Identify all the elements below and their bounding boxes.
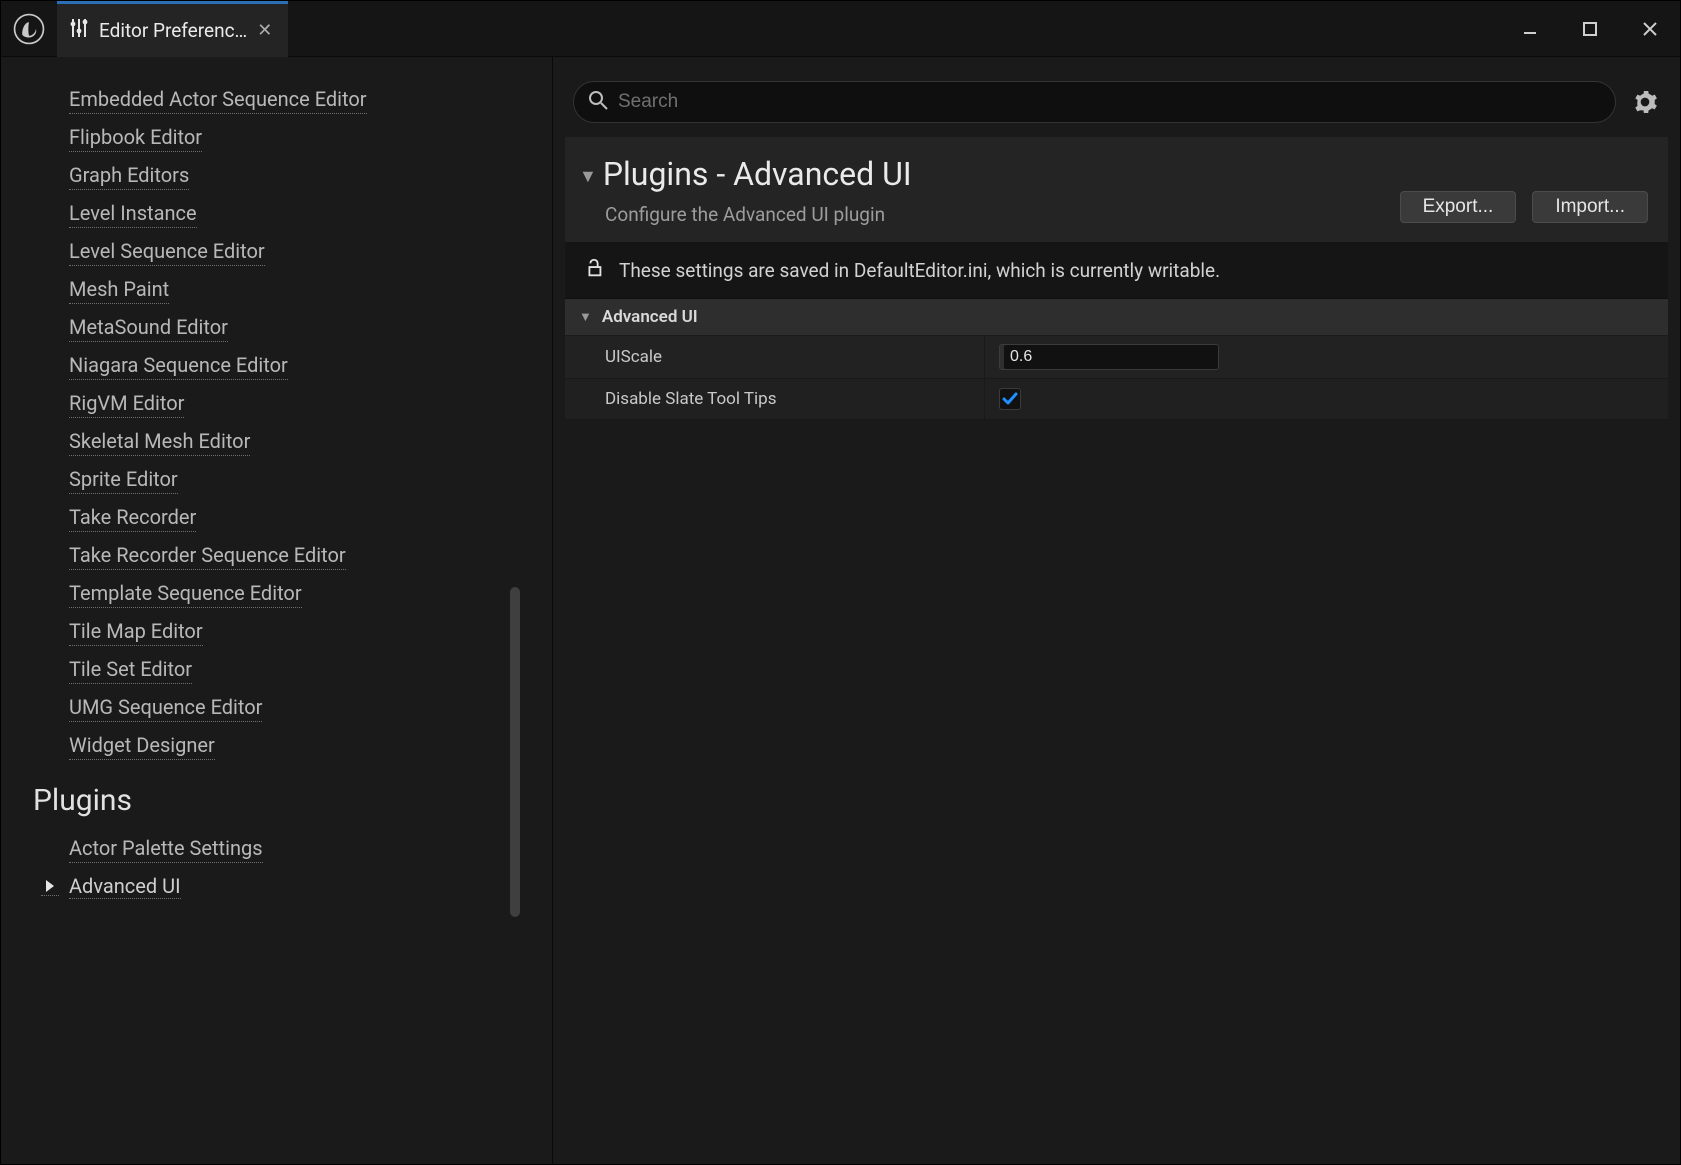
section-subtitle: Configure the Advanced UI plugin — [579, 193, 1380, 232]
sidebar-item[interactable]: Take Recorder Sequence Editor — [69, 533, 540, 571]
writable-notice: These settings are saved in DefaultEdito… — [565, 243, 1668, 299]
sidebar-item-label: Graph Editors — [69, 163, 189, 190]
chevron-down-icon: ▼ — [579, 309, 592, 325]
sidebar-item[interactable]: Widget Designer — [69, 723, 540, 761]
property-table: UIScale Disable Slate Tool Tips — [565, 336, 1668, 420]
sidebar-item[interactable]: Mesh Paint — [69, 267, 540, 305]
section-header: ▼ Plugins - Advanced UI Configure the Ad… — [565, 137, 1668, 243]
tab-label: Editor Preferenc… — [99, 19, 247, 42]
empty-space — [565, 420, 1668, 1152]
search-input[interactable] — [618, 91, 1601, 113]
sidebar-item[interactable]: Level Instance — [69, 191, 540, 229]
sidebar-item-label: UMG Sequence Editor — [69, 695, 262, 722]
sidebar-item-label: Skeletal Mesh Editor — [69, 429, 250, 456]
sidebar-item-label: Tile Set Editor — [69, 657, 192, 684]
sliders-icon — [67, 16, 91, 44]
titlebar: Editor Preferenc… ✕ — [1, 1, 1680, 57]
sidebar-item-label: Template Sequence Editor — [69, 581, 302, 608]
import-button[interactable]: Import... — [1532, 191, 1648, 223]
property-label: UIScale — [565, 336, 985, 378]
tab-editor-preferences[interactable]: Editor Preferenc… ✕ — [57, 1, 288, 57]
sidebar-item[interactable]: Level Sequence Editor — [69, 229, 540, 267]
sidebar-item[interactable]: Graph Editors — [69, 153, 540, 191]
app-logo[interactable] — [1, 12, 57, 46]
export-button[interactable]: Export... — [1400, 191, 1517, 223]
unlock-icon — [583, 257, 605, 284]
window-maximize-button[interactable] — [1560, 1, 1620, 57]
disable-tooltips-checkbox[interactable] — [999, 388, 1021, 410]
window-root: Editor Preferenc… ✕ Embedded Actor Seque… — [0, 0, 1681, 1165]
sidebar-item-label: Take Recorder Sequence Editor — [69, 543, 346, 570]
sidebar-group-plugins: Plugins — [25, 761, 540, 826]
main-panel: ▼ Plugins - Advanced UI Configure the Ad… — [553, 57, 1680, 1164]
sidebar-item-label: Niagara Sequence Editor — [69, 353, 288, 380]
sidebar-item-label: MetaSound Editor — [69, 315, 228, 342]
sidebar-item-label: Embedded Actor Sequence Editor — [69, 87, 367, 114]
settings-gear-button[interactable] — [1628, 85, 1662, 119]
sidebar-item-label: Level Instance — [69, 201, 197, 228]
section-title: Plugins - Advanced UI — [603, 155, 912, 193]
sidebar-item[interactable]: Tile Set Editor — [69, 647, 540, 685]
sidebar-item-label: Take Recorder — [69, 505, 196, 532]
category-title: Advanced UI — [602, 307, 698, 327]
sidebar-item-label: Flipbook Editor — [69, 125, 202, 152]
sidebar-item[interactable]: Flipbook Editor — [69, 115, 540, 153]
sidebar-item[interactable]: RigVM Editor — [69, 381, 540, 419]
sidebar-item-label: Actor Palette Settings — [69, 836, 263, 863]
property-row-uiscale: UIScale — [565, 336, 1668, 379]
sidebar-item-label: Sprite Editor — [69, 467, 178, 494]
category-header[interactable]: ▼ Advanced UI — [565, 299, 1668, 336]
tab-close-icon[interactable]: ✕ — [255, 20, 274, 41]
chevron-down-icon[interactable]: ▼ — [579, 166, 597, 187]
sidebar-item[interactable]: Niagara Sequence Editor — [69, 343, 540, 381]
sidebar-item-label: Widget Designer — [69, 733, 215, 760]
property-label: Disable Slate Tool Tips — [565, 379, 985, 419]
sidebar-item-label: RigVM Editor — [69, 391, 184, 418]
sidebar-item[interactable]: Sprite Editor — [69, 457, 540, 495]
sidebar: Embedded Actor Sequence Editor Flipbook … — [1, 57, 553, 1164]
search-input-container[interactable] — [573, 81, 1616, 123]
caret-right-icon — [41, 879, 59, 896]
sidebar-item[interactable]: Skeletal Mesh Editor — [69, 419, 540, 457]
sidebar-item-label: Level Sequence Editor — [69, 239, 265, 266]
sidebar-item[interactable]: Tile Map Editor — [69, 609, 540, 647]
sidebar-item[interactable]: Take Recorder — [69, 495, 540, 533]
writable-notice-text: These settings are saved in DefaultEdito… — [619, 259, 1220, 282]
sidebar-item-label: Advanced UI — [69, 876, 181, 899]
sidebar-item[interactable]: MetaSound Editor — [69, 305, 540, 343]
sidebar-item-label: Tile Map Editor — [69, 619, 203, 646]
search-icon — [588, 90, 608, 114]
sidebar-item-actor-palette[interactable]: Actor Palette Settings — [69, 826, 540, 864]
window-minimize-button[interactable] — [1500, 1, 1560, 57]
sidebar-item[interactable]: Template Sequence Editor — [69, 571, 540, 609]
sidebar-scrollbar[interactable] — [510, 587, 520, 917]
window-close-button[interactable] — [1620, 1, 1680, 57]
sidebar-item[interactable]: Embedded Actor Sequence Editor — [69, 77, 540, 115]
sidebar-item-label: Mesh Paint — [69, 277, 169, 304]
sidebar-item-advanced-ui[interactable]: Advanced UI — [41, 864, 540, 905]
uiscale-input[interactable] — [999, 344, 1219, 370]
property-row-disable-tooltips: Disable Slate Tool Tips — [565, 379, 1668, 420]
sidebar-item[interactable]: UMG Sequence Editor — [69, 685, 540, 723]
